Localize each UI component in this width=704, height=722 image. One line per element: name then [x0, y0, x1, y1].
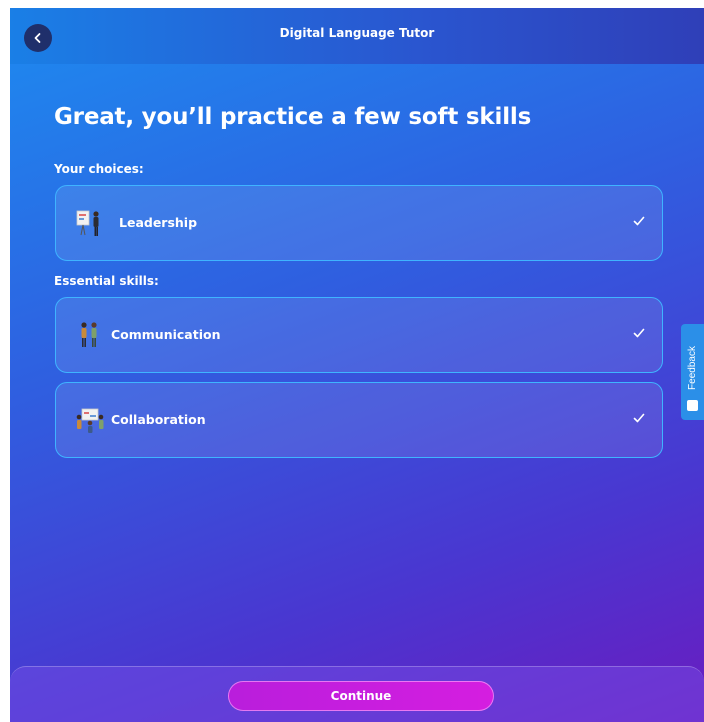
page-title: Great, you’ll practice a few soft skills: [54, 104, 532, 130]
skill-label-communication: Communication: [111, 327, 221, 342]
feedback-icon: [687, 400, 698, 411]
checkmark-icon: [633, 413, 645, 423]
top-bar: Digital Language Tutor: [10, 8, 704, 64]
checkmark-icon: [633, 216, 645, 226]
skill-label-collaboration: Collaboration: [111, 412, 206, 427]
communication-thumbnail: [81, 322, 97, 347]
leadership-thumbnail: [76, 210, 99, 236]
feedback-tab[interactable]: Feedback: [681, 324, 704, 420]
footer-bar: Continue: [10, 666, 704, 722]
skill-card-collaboration[interactable]: Collaboration: [55, 382, 663, 458]
continue-button[interactable]: Continue: [228, 681, 494, 711]
app-title: Digital Language Tutor: [279, 26, 435, 40]
feedback-label: Feedback: [687, 346, 698, 390]
skill-card-communication[interactable]: Communication: [55, 297, 663, 373]
checkmark-icon: [633, 328, 645, 338]
your-choices-label: Your choices:: [54, 162, 144, 176]
skill-card-leadership[interactable]: Leadership: [55, 185, 663, 261]
app-screen: Digital Language Tutor Great, you’ll pra…: [10, 8, 704, 722]
collaboration-thumbnail: [76, 408, 104, 433]
essential-skills-label: Essential skills:: [54, 274, 159, 288]
skill-label-leadership: Leadership: [119, 215, 198, 230]
